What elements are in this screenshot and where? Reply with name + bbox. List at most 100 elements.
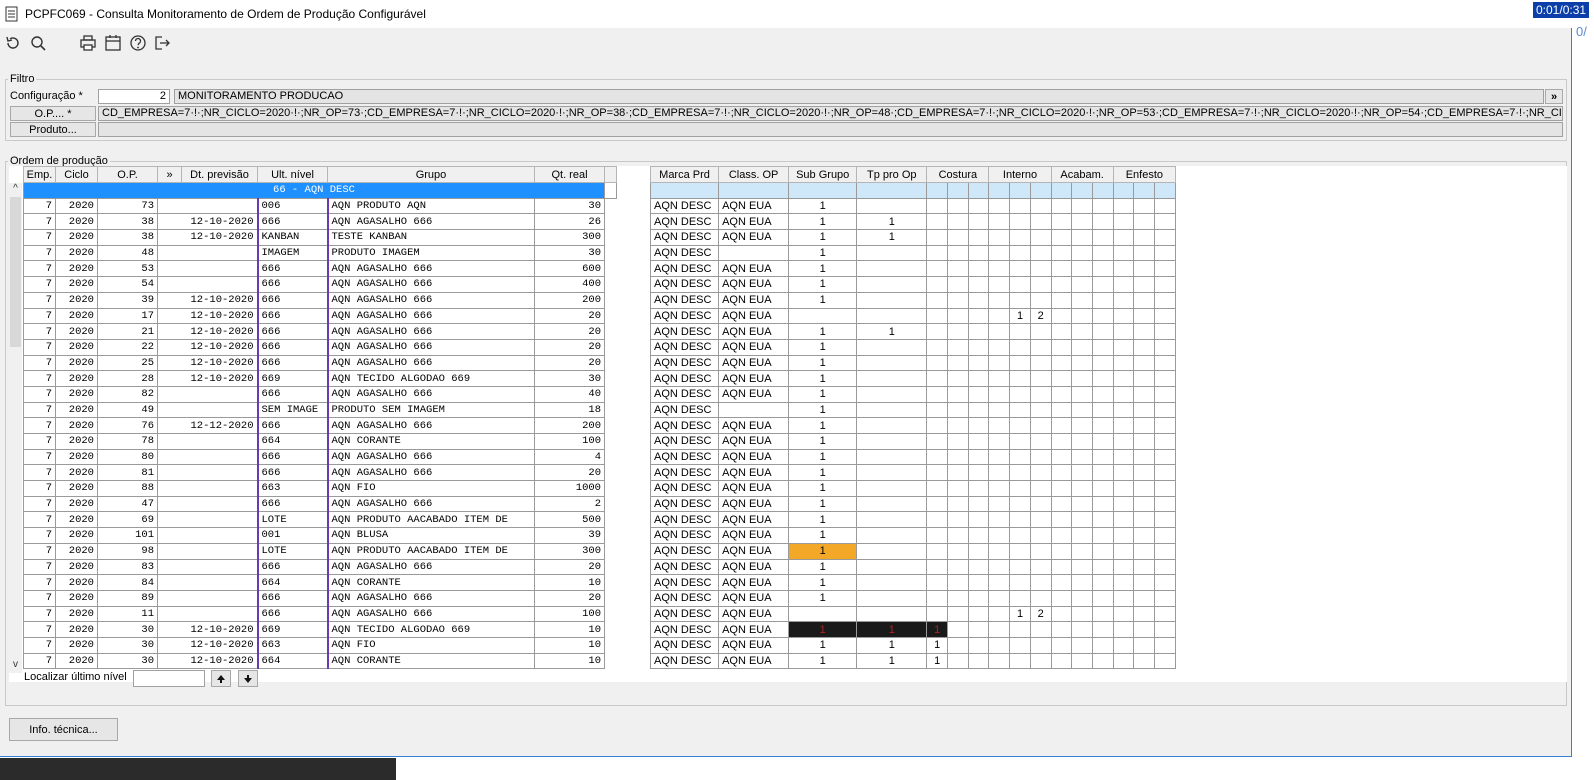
product-button[interactable]: Produto... (10, 122, 96, 137)
vertical-scrollbar[interactable]: ^ v (9, 183, 22, 673)
group-row[interactable]: 66 - AQN DESC (23, 182, 617, 199)
status-cell (1050, 213, 1073, 231)
scroll-thumb[interactable] (10, 197, 21, 347)
status-row[interactable]: AQN DESC AQN EUA 1 1 (649, 229, 1176, 246)
find-next-button[interactable] (238, 670, 258, 687)
status-row[interactable]: AQN DESC AQN EUA 1 (649, 448, 1176, 466)
status-row[interactable]: AQN DESC 1 (649, 244, 1176, 262)
table-row[interactable]: 7 2020 48 IMAGEM PRODUTO IMAGEM 30 (23, 244, 617, 262)
table-row[interactable]: 7 2020 17 12-10-2020 666 AQN AGASALHO 666 20 (23, 307, 617, 325)
column-header[interactable]: Qt. real (534, 166, 605, 183)
table-row[interactable]: 7 2020 98 LOTE AQN PRODUTO AACABADO ITEM DE 3… (23, 542, 617, 560)
column-header[interactable]: Grupo (327, 166, 535, 183)
status-cell (967, 527, 990, 544)
status-row[interactable]: AQN DESC AQN EUA 1 (649, 527, 1176, 544)
find-last-level-input[interactable] (133, 670, 205, 687)
table-row[interactable]: 7 2020 78 664 AQN CORANTE 100 (23, 433, 617, 450)
table-row[interactable]: 7 2020 38 12-10-2020 666 AQN AGASALHO 666 26 (23, 213, 617, 231)
product-field[interactable] (98, 122, 1563, 137)
status-row[interactable]: AQN DESC AQN EUA 1 (649, 291, 1176, 309)
table-row[interactable]: 7 2020 30 12-10-2020 663 AQN FIO 10 (23, 636, 617, 654)
table-row[interactable]: 7 2020 49 SEM IMAGE PRODUTO SEM IMAGEM 18 (23, 401, 617, 419)
refresh-icon[interactable] (2, 33, 24, 53)
column-header[interactable]: » (157, 166, 182, 183)
table-row[interactable]: 7 2020 25 12-10-2020 666 AQN AGASALHO 666 20 (23, 354, 617, 372)
scroll-up-icon[interactable]: ^ (9, 183, 22, 195)
table-row[interactable]: 7 2020 82 666 AQN AGASALHO 666 40 (23, 385, 617, 403)
status-row[interactable]: AQN DESC AQN EUA 1 (649, 197, 1176, 215)
table-row[interactable]: 7 2020 30 12-10-2020 669 AQN TECIDO ALGODAO 6… (23, 621, 617, 638)
table-row[interactable]: 7 2020 30 12-10-2020 664 AQN CORANTE 10 (23, 652, 617, 670)
technical-info-button[interactable]: Info. técnica... (9, 718, 118, 741)
status-row[interactable]: AQN DESC AQN EUA 1 (649, 558, 1176, 576)
status-row[interactable]: AQN DESC AQN EUA 1 (649, 589, 1176, 607)
table-row[interactable]: 7 2020 69 LOTE AQN PRODUTO AACABADO ITEM DE 5… (23, 511, 617, 529)
status-row[interactable]: AQN DESC AQN EUA 1 (649, 338, 1176, 356)
table-row[interactable]: 7 2020 54 666 AQN AGASALHO 666 400 (23, 276, 617, 293)
status-row[interactable]: AQN DESC AQN EUA 1 (649, 480, 1176, 497)
expand-button[interactable]: » (1545, 89, 1563, 104)
search-icon[interactable] (27, 33, 49, 53)
table-row[interactable]: 7 2020 22 12-10-2020 666 AQN AGASALHO 666 20 (23, 338, 617, 356)
status-row[interactable]: AQN DESC AQN EUA 1 2 (649, 307, 1176, 325)
status-row[interactable]: AQN DESC AQN EUA 1 1 1 (649, 621, 1176, 638)
status-row[interactable]: AQN DESC 1 (649, 401, 1176, 419)
table-row[interactable]: 7 2020 53 666 AQN AGASALHO 666 600 (23, 260, 617, 278)
print-icon[interactable] (77, 33, 99, 53)
status-row[interactable]: AQN DESC AQN EUA 1 1 (649, 213, 1176, 231)
column-header[interactable]: Dt. previsão (181, 166, 258, 183)
status-row[interactable]: AQN DESC AQN EUA 1 (649, 495, 1176, 513)
status-row[interactable]: AQN DESC AQN EUA 1 (649, 433, 1176, 450)
table-row[interactable]: 7 2020 38 12-10-2020 KANBAN TESTE KANBAN 300 (23, 229, 617, 246)
find-previous-button[interactable] (211, 670, 231, 687)
calendar-icon[interactable] (102, 33, 124, 53)
status-column-header[interactable]: Sub Grupo (788, 166, 858, 183)
column-header[interactable]: Emp. (23, 166, 56, 183)
table-row[interactable]: 7 2020 84 664 AQN CORANTE 10 (23, 574, 617, 591)
status-column-header[interactable]: Interno (988, 166, 1052, 183)
table-row[interactable]: 7 2020 21 12-10-2020 666 AQN AGASALHO 666 20 (23, 323, 617, 340)
status-cell: AQN EUA (718, 589, 790, 607)
status-column-header[interactable]: Costura (926, 166, 990, 183)
status-column-header[interactable]: Tp pro Op (856, 166, 928, 183)
table-row[interactable]: 7 2020 89 666 AQN AGASALHO 666 20 (23, 589, 617, 607)
op-value-field[interactable]: CD_EMPRESA=7·!·;NR_CICLO=2020·!·;NR_OP=7… (98, 106, 1563, 121)
status-column-header[interactable]: Class. OP (718, 166, 790, 183)
table-row[interactable]: 7 2020 81 666 AQN AGASALHO 666 20 (23, 464, 617, 482)
table-row[interactable]: 7 2020 28 12-10-2020 669 AQN TECIDO ALGODAO 6… (23, 370, 617, 387)
configuration-code-field[interactable]: 2 (98, 89, 170, 104)
column-header[interactable]: O.P. (97, 166, 158, 183)
table-row[interactable]: 7 2020 83 666 AQN AGASALHO 666 20 (23, 558, 617, 576)
status-column-header[interactable]: Marca Prd (649, 166, 720, 183)
status-row[interactable]: AQN DESC AQN EUA 1 (649, 511, 1176, 529)
scroll-down-icon[interactable]: v (9, 659, 22, 671)
status-row[interactable]: AQN DESC AQN EUA 1 2 (649, 605, 1176, 623)
status-row[interactable]: AQN DESC AQN EUA 1 (649, 276, 1176, 293)
status-row[interactable]: AQN DESC AQN EUA 1 (649, 260, 1176, 278)
table-row[interactable]: 7 2020 47 666 AQN AGASALHO 666 2 (23, 495, 617, 513)
exit-icon[interactable] (151, 33, 173, 53)
status-row[interactable]: AQN DESC AQN EUA 1 (649, 574, 1176, 591)
table-row[interactable]: 7 2020 11 666 AQN AGASALHO 666 100 (23, 605, 617, 623)
status-row[interactable]: AQN DESC AQN EUA 1 (649, 354, 1176, 372)
column-header[interactable]: Ult. nível (257, 166, 328, 183)
status-row[interactable]: AQN DESC AQN EUA 1 1 1 (649, 636, 1176, 654)
help-icon[interactable] (127, 33, 149, 53)
table-row[interactable]: 7 2020 39 12-10-2020 666 AQN AGASALHO 666 200 (23, 291, 617, 309)
table-row[interactable]: 7 2020 88 663 AQN FIO 1000 (23, 480, 617, 497)
status-row[interactable]: AQN DESC AQN EUA 1 1 (649, 323, 1176, 340)
op-button[interactable]: O.P.... * (10, 106, 96, 121)
status-row[interactable]: AQN DESC AQN EUA 1 (649, 464, 1176, 482)
table-row[interactable]: 7 2020 80 666 AQN AGASALHO 666 4 (23, 448, 617, 466)
status-column-header[interactable]: Enfesto (1112, 166, 1177, 183)
column-header[interactable]: Ciclo (55, 166, 98, 183)
status-row[interactable]: AQN DESC AQN EUA 1 1 1 (649, 652, 1176, 670)
status-row[interactable]: AQN DESC AQN EUA 1 (649, 542, 1176, 560)
table-row[interactable]: 7 2020 101 001 AQN BLUSA 39 (23, 527, 617, 544)
table-row[interactable]: 7 2020 76 12-12-2020 666 AQN AGASALHO 666 200 (23, 417, 617, 434)
status-row[interactable]: AQN DESC AQN EUA 1 (649, 370, 1176, 387)
status-column-header[interactable]: Acabam. (1050, 166, 1114, 183)
status-row[interactable]: AQN DESC AQN EUA 1 (649, 417, 1176, 434)
table-row[interactable]: 7 2020 73 006 AQN PRODUTO AQN 30 (23, 197, 617, 215)
status-row[interactable]: AQN DESC AQN EUA 1 (649, 385, 1176, 403)
